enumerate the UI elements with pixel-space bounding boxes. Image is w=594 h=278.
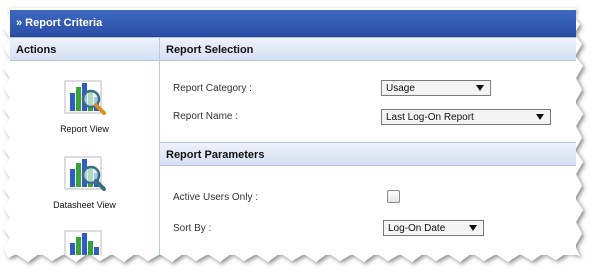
chart-action[interactable] — [10, 221, 159, 255]
report-category-select[interactable]: Usage — [381, 80, 491, 96]
report-parameters-heading: Report Parameters — [160, 142, 576, 166]
active-users-checkbox[interactable] — [387, 190, 400, 203]
sort-by-value: Log-On Date — [388, 223, 446, 234]
report-name-label: Report Name : — [173, 111, 239, 122]
report-category-label: Report Category : — [173, 83, 252, 94]
report-category-value: Usage — [386, 83, 415, 94]
report-view-action[interactable]: Report View — [10, 71, 159, 134]
chart-icon — [63, 221, 107, 255]
report-selection-heading: Report Selection — [160, 37, 576, 61]
chevron-down-icon — [469, 225, 477, 231]
actions-heading: Actions — [10, 37, 159, 61]
active-users-label: Active Users Only : — [173, 192, 259, 203]
report-criteria-panel: » Report Criteria Actions Report View Da… — [10, 10, 576, 255]
report-main-column: Report Selection Report Category : Usage… — [160, 37, 576, 255]
report-name-select[interactable]: Last Log-On Report — [381, 109, 551, 125]
datasheet-chart-magnifier-icon — [63, 147, 107, 191]
sort-by-label: Sort By : — [173, 223, 212, 234]
datasheet-view-action[interactable]: Datasheet View — [10, 147, 159, 210]
report-view-label: Report View — [60, 124, 109, 134]
torn-paper-frame: » Report Criteria Actions Report View Da… — [0, 0, 594, 278]
chevron-down-icon — [536, 114, 544, 120]
actions-column: Actions Report View Datasheet View — [10, 37, 160, 255]
chevron-down-icon — [476, 85, 484, 91]
panel-title-bar: » Report Criteria — [10, 10, 576, 37]
report-name-value: Last Log-On Report — [386, 112, 474, 123]
sort-by-select[interactable]: Log-On Date — [383, 220, 484, 236]
datasheet-view-label: Datasheet View — [53, 200, 116, 210]
report-chart-magnifier-icon — [63, 71, 107, 115]
